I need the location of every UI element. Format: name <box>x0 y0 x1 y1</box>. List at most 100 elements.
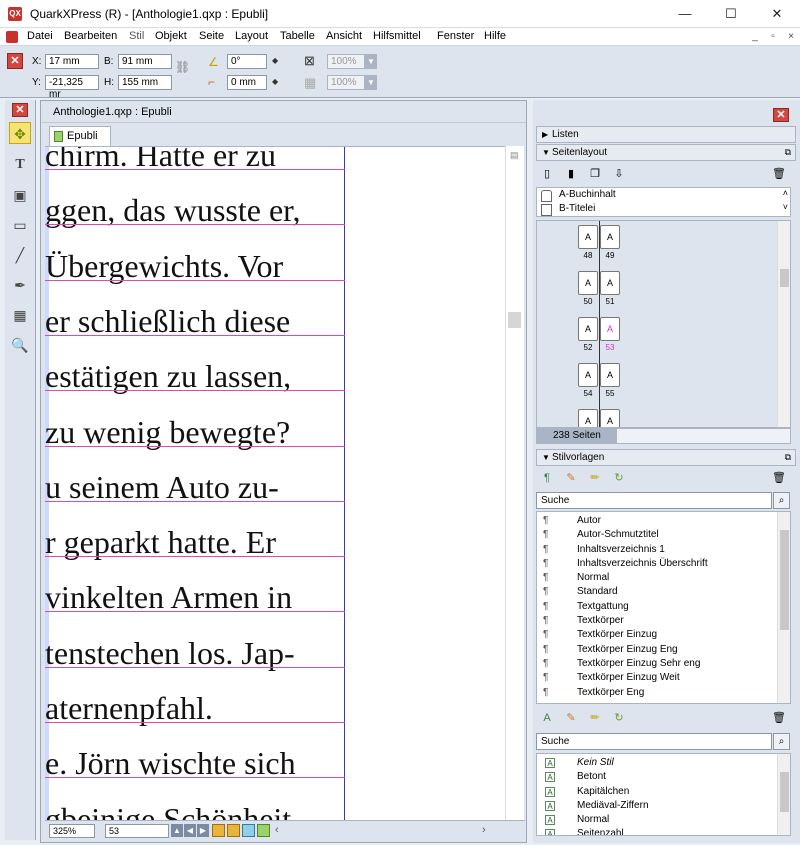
panel-menu-icon[interactable]: ⧉ <box>785 147 791 158</box>
paragraph-style-item[interactable]: ¶ Normal <box>537 571 790 585</box>
maximize-button[interactable]: ☐ <box>708 0 754 28</box>
view-mode-icon-3[interactable] <box>242 824 255 837</box>
line-tool-icon[interactable]: ╱ <box>9 244 31 266</box>
minimize-button[interactable]: — <box>662 0 708 28</box>
page-canvas[interactable]: chirm. Hatte er zu ggen, das wusste er, Üb… <box>45 146 505 820</box>
angle-field[interactable]: 0° <box>227 54 267 69</box>
menu-fenster[interactable]: Fenster <box>437 30 474 42</box>
paragraph-style-item[interactable]: ¶ Textkörper Einzug <box>537 628 790 642</box>
paragraph-style-item[interactable]: ¶ Inhaltsverzeichnis 1 <box>537 543 790 557</box>
mdi-close-icon[interactable]: × <box>784 30 798 43</box>
measurements-close-icon[interactable]: ✕ <box>7 53 23 69</box>
picture-content-tool-icon[interactable]: ▣ <box>9 184 31 206</box>
character-style-item[interactable]: A Betont <box>537 770 790 784</box>
page-next-icon[interactable]: ▶ <box>197 824 209 837</box>
tools-close-icon[interactable]: ✕ <box>12 103 28 117</box>
page-thumbnail[interactable]: A <box>578 409 598 427</box>
pages-scroll-thumb[interactable] <box>780 269 789 287</box>
paragraph-style-item[interactable]: ¶ Autor-Schmutztitel <box>537 528 790 542</box>
delete-page-icon[interactable]: 🗑 <box>771 167 787 181</box>
master-b-item[interactable]: B-Titelei <box>559 203 595 214</box>
pencil-icon[interactable]: ✏ <box>587 471 603 485</box>
close-button[interactable]: ✕ <box>754 0 800 28</box>
menu-layout[interactable]: Layout <box>235 30 268 42</box>
page-number-field[interactable]: 53 <box>105 824 169 838</box>
page-prev-icon[interactable]: ◀ <box>184 824 196 837</box>
character-style-item[interactable]: A Mediäval-Ziffern <box>537 799 790 813</box>
character-style-item[interactable]: A Seitenzahl <box>537 827 790 835</box>
pen-tool-icon[interactable]: ✒ <box>9 274 31 296</box>
page-thumbnail[interactable]: A <box>600 363 620 387</box>
height-field[interactable]: 155 mm <box>118 75 172 90</box>
y-field[interactable]: -21,325 mr <box>45 75 99 100</box>
hscroll-left-icon[interactable]: ‹ <box>275 824 279 836</box>
page-thumbnail[interactable]: A <box>578 271 598 295</box>
char-pencil-icon[interactable]: ✏ <box>587 711 603 725</box>
zoom-field[interactable]: 325% <box>49 824 95 838</box>
panel-menu-icon-2[interactable]: ⧉ <box>785 452 791 463</box>
layout-tab[interactable]: Epubli <box>49 126 111 146</box>
page-nav-up-icon[interactable]: ▲ <box>171 824 183 837</box>
opacity-field-1[interactable]: 100% <box>327 54 365 69</box>
menu-hilfsmittel[interactable]: Hilfsmittel <box>373 30 421 42</box>
paragraph-style-item[interactable]: ¶ Textkörper <box>537 614 790 628</box>
page-thumbnails-area[interactable]: A A 48 49 A A 50 51 A A 52 53 A A 54 55 A A <box>536 220 791 428</box>
paragraph-style-item[interactable]: ¶ Textkörper Eng <box>537 686 790 700</box>
view-mode-icon-4[interactable] <box>257 824 270 837</box>
page-thumbnail[interactable]: A <box>600 225 620 249</box>
master-scroll-up-icon[interactable]: ˄ <box>783 188 788 198</box>
page-thumbnail[interactable]: A <box>578 363 598 387</box>
width-field[interactable]: 91 mm <box>118 54 172 69</box>
seitenlayout-panel-header[interactable]: ▼ Seitenlayout ⧉ <box>536 144 796 161</box>
paragraph-style-item[interactable]: ¶ Autor <box>537 514 790 528</box>
table-tool-icon[interactable]: ▦ <box>9 304 31 326</box>
menu-objekt[interactable]: Objekt <box>155 30 187 42</box>
angle-spinner-icon[interactable]: ◆ <box>272 56 278 65</box>
view-mode-icon-1[interactable] <box>212 824 225 837</box>
para-styles-scrollbar[interactable] <box>777 512 790 703</box>
vertical-scrollbar[interactable]: ▤ <box>505 146 524 820</box>
move-down-icon[interactable]: ⇩ <box>611 167 627 181</box>
new-page-icon[interactable]: ▯ <box>539 167 555 181</box>
edit-char-style-icon[interactable]: ✎ <box>563 711 579 725</box>
paragraph-style-item[interactable]: ¶ Textkörper Einzug Weit <box>537 671 790 685</box>
x-field[interactable]: 17 mm <box>45 54 99 69</box>
paragraph-style-item[interactable]: ¶ Textkörper Einzug Eng <box>537 643 790 657</box>
page-thumbnail[interactable]: A <box>600 409 620 427</box>
item-tool-icon[interactable]: ✥ <box>9 122 31 144</box>
character-style-item[interactable]: A Kapitälchen <box>537 785 790 799</box>
para-search-icon[interactable]: ⌕ <box>773 492 790 509</box>
menu-hilfe[interactable]: Hilfe <box>484 30 506 42</box>
view-mode-icon-2[interactable] <box>227 824 240 837</box>
para-style-search[interactable]: Suche <box>536 492 772 509</box>
new-char-style-icon[interactable]: A <box>539 712 555 726</box>
page-thumbnail[interactable]: A <box>600 271 620 295</box>
paragraph-style-item[interactable]: ¶ Textkörper Einzug Sehr eng <box>537 657 790 671</box>
opacity-dropdown-icon-1[interactable]: ▼ <box>365 54 377 69</box>
paragraph-style-item[interactable]: ¶ Inhaltsverzeichnis Überschrift <box>537 557 790 571</box>
menu-bearbeiten[interactable]: Bearbeiten <box>64 30 117 42</box>
update-style-icon[interactable]: ↻ <box>611 471 627 485</box>
duplicate-icon[interactable]: ❐ <box>587 167 603 181</box>
pages-scrollbar[interactable] <box>777 221 790 427</box>
paragraph-style-item[interactable]: ¶ Standard <box>537 585 790 599</box>
menu-tabelle[interactable]: Tabelle <box>280 30 315 42</box>
mdi-minimize-icon[interactable]: _ <box>748 30 762 43</box>
page-thumbnail[interactable]: A <box>600 317 620 341</box>
link-proportions-icon[interactable]: ⛓ <box>175 60 190 74</box>
master-scroll-down-icon[interactable]: ˅ <box>783 202 788 212</box>
character-style-item[interactable]: A Kein Stil <box>537 756 790 770</box>
rectangle-box-tool-icon[interactable]: ▭ <box>9 214 31 236</box>
stilvorlagen-panel-header[interactable]: ▼ Stilvorlagen ⧉ <box>536 449 796 466</box>
menu-ansicht[interactable]: Ansicht <box>326 30 362 42</box>
menu-seite[interactable]: Seite <box>199 30 224 42</box>
char-style-search[interactable]: Suche <box>536 733 772 750</box>
delete-style-icon[interactable]: 🗑 <box>771 471 787 485</box>
menu-stil[interactable]: Stil <box>129 30 144 42</box>
char-search-icon[interactable]: ⌕ <box>773 733 790 750</box>
box-fill-icon[interactable]: ⊠ <box>304 53 315 69</box>
listen-panel-header[interactable]: ▶ Listen <box>536 126 796 143</box>
corner-radius-field[interactable]: 0 mm <box>227 75 267 90</box>
page-thumbnail[interactable]: A <box>578 225 598 249</box>
char-styles-scrollbar[interactable] <box>777 754 790 835</box>
